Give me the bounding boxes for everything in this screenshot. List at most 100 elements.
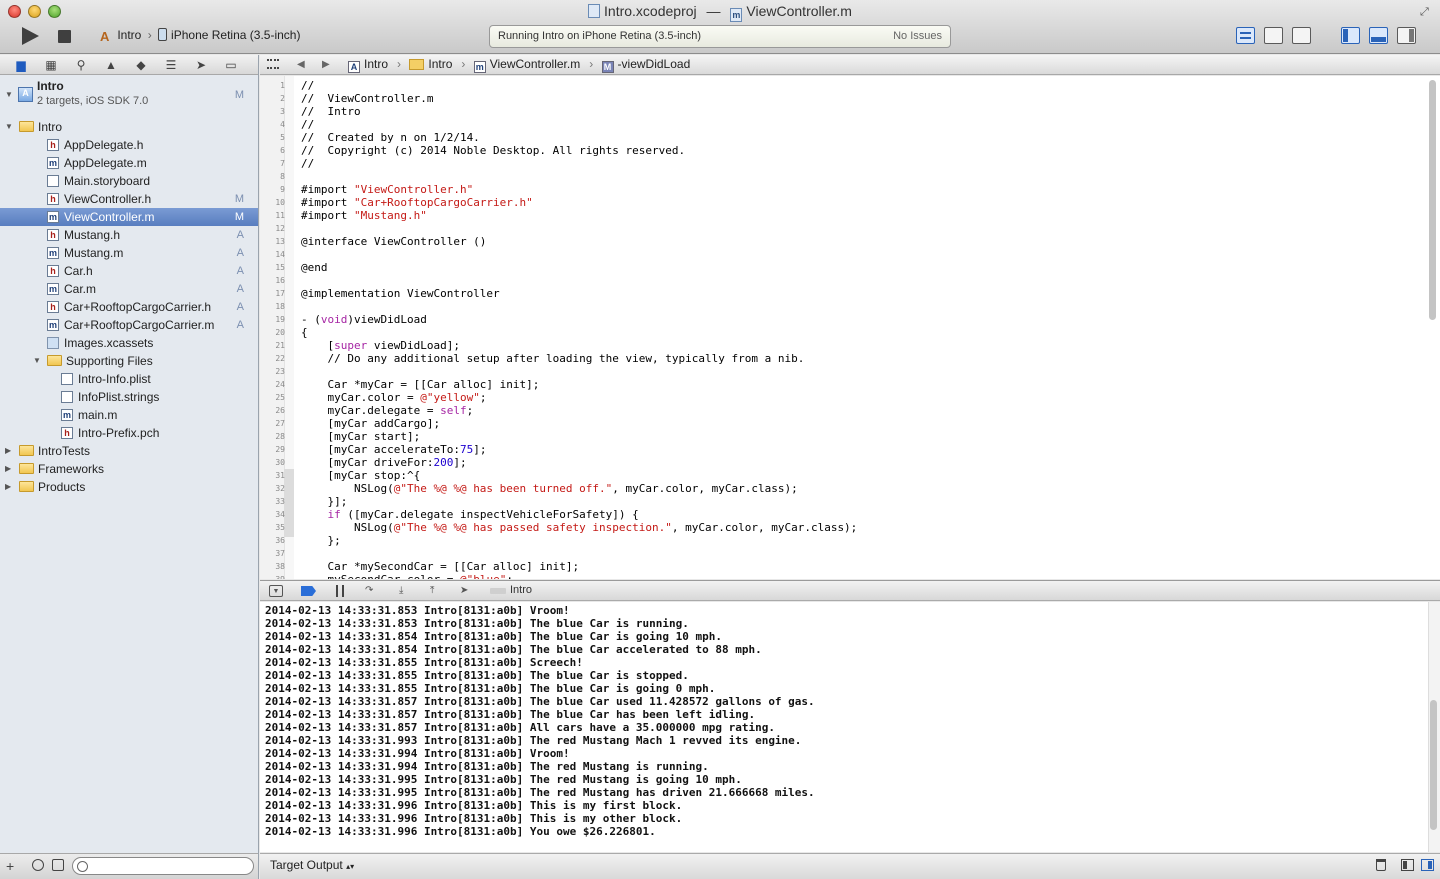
console-line: 2014-02-13 14:33:31.857 Intro[8131:a0b] … — [265, 708, 756, 721]
navigator-filter-input[interactable] — [72, 857, 254, 875]
breadcrumb-file[interactable]: m ViewController.m — [473, 57, 584, 73]
folder-icon — [19, 463, 34, 474]
hierarchy-icon[interactable]: ▦ — [42, 57, 60, 73]
file-row[interactable]: ▼ Intro — [0, 118, 258, 136]
file-row[interactable]: h Car+RooftopCargoCarrier.h A — [0, 298, 258, 316]
disclosure-closed-icon[interactable]: ▶ — [5, 478, 15, 496]
toggle-utilities-button[interactable] — [1397, 27, 1416, 44]
toggle-navigator-button[interactable] — [1341, 27, 1360, 44]
file-row[interactable]: m ViewController.m M — [0, 208, 258, 226]
file-row[interactable]: h Mustang.h A — [0, 226, 258, 244]
line-number: 22 — [275, 354, 285, 363]
step-into-icon[interactable]: ⤓ — [399, 585, 403, 597]
tests-icon[interactable]: ◆ — [132, 57, 150, 73]
source-editor[interactable]: 1 // 2 // ViewController.m 3 // Intro 4 // 5 // C… — [260, 76, 1440, 579]
related-items-icon[interactable] — [267, 59, 279, 69]
simulate-location-icon[interactable]: ➤ — [460, 585, 468, 597]
line-number: 19 — [275, 315, 285, 324]
folder-icon[interactable]: ▆ — [12, 57, 30, 73]
folder-icon — [19, 481, 34, 492]
file-row[interactable]: ▼ Supporting Files — [0, 352, 258, 370]
file-row[interactable]: Main.storyboard — [0, 172, 258, 190]
back-arrow-icon[interactable]: ◀ — [297, 55, 305, 74]
warning-icon[interactable]: ▲ — [102, 57, 120, 73]
breadcrumb-method[interactable]: M -viewDidLoad — [601, 57, 695, 73]
issues-indicator[interactable]: No Issues — [893, 30, 942, 42]
trash-icon[interactable] — [1376, 859, 1386, 871]
scheme-selector[interactable]: A Intro › iPhone Retina (3.5-inch) — [100, 28, 300, 46]
breadcrumb-group[interactable]: Intro — [409, 57, 456, 71]
fullscreen-icon[interactable]: ⤢ — [1420, 6, 1432, 18]
stop-button[interactable] — [58, 30, 71, 43]
file-row[interactable]: ▶ IntroTests — [0, 442, 258, 460]
file-row[interactable]: h ViewController.h M — [0, 190, 258, 208]
code-line-text: // — [301, 79, 315, 92]
file-row-label: InfoPlist.strings — [78, 390, 160, 404]
xcode-project-icon: A — [18, 87, 33, 102]
file-row[interactable]: m main.m — [0, 406, 258, 424]
disclosure-closed-icon[interactable]: ▶ — [5, 460, 15, 478]
version-editor-button[interactable] — [1292, 27, 1311, 44]
log-icon[interactable]: ▭ — [222, 57, 240, 73]
project-file-icon — [588, 4, 601, 18]
code-line-text: NSLog(@"The %@ %@ has been turned off.",… — [301, 482, 798, 495]
recent-files-icon[interactable] — [32, 859, 44, 871]
breakpoint-icon[interactable]: ➤ — [192, 57, 210, 73]
line-number: 37 — [275, 549, 285, 558]
implementation-file-icon: m — [47, 319, 59, 331]
add-icon[interactable]: + — [6, 858, 14, 874]
line-number: 39 — [260, 573, 285, 579]
disclosure-closed-icon[interactable]: ▶ — [5, 442, 15, 460]
console-line: 2014-02-13 14:33:31.855 Intro[8131:a0b] … — [265, 656, 583, 669]
scm-filter-icon[interactable] — [52, 859, 64, 871]
debug-icon[interactable]: ☰ — [162, 57, 180, 73]
breadcrumb: A Intro › Intro › m ViewController.m › M -view… — [348, 55, 698, 74]
file-row[interactable]: m Car+RooftopCargoCarrier.m A — [0, 316, 258, 334]
debug-process-name[interactable]: Intro — [510, 584, 532, 596]
project-row[interactable]: ▼ A Intro 2 targets, iOS SDK 7.0 M — [0, 78, 258, 112]
file-row[interactable]: m Car.m A — [0, 280, 258, 298]
file-row[interactable]: m Mustang.m A — [0, 244, 258, 262]
scm-badge: M — [234, 193, 244, 205]
file-row[interactable]: InfoPlist.strings — [0, 388, 258, 406]
line-number: 24 — [275, 380, 285, 389]
console-scrollbar[interactable] — [1430, 700, 1437, 830]
standard-editor-button[interactable] — [1236, 27, 1255, 44]
disclosure-open-icon[interactable]: ▼ — [33, 352, 43, 370]
disclosure-open-icon[interactable]: ▼ — [5, 86, 15, 104]
step-out-icon[interactable]: ⤒ — [430, 585, 434, 597]
file-row[interactable]: h Car.h A — [0, 262, 258, 280]
implementation-file-icon: m — [47, 283, 59, 295]
asset-catalog-icon — [47, 337, 59, 349]
file-row[interactable]: h Intro-Prefix.pch — [0, 424, 258, 442]
toggle-debug-area-button[interactable] — [1369, 27, 1388, 44]
line-number: 33 — [275, 497, 285, 506]
hide-debug-area-icon[interactable]: ▼ — [269, 585, 283, 597]
show-variables-view-icon[interactable] — [1401, 859, 1414, 871]
file-row[interactable]: ▶ Frameworks — [0, 460, 258, 478]
output-selector[interactable]: Target Output ▴▾ — [270, 858, 354, 872]
console-output[interactable]: 2014-02-13 14:33:31.853 Intro[8131:a0b] … — [260, 602, 1428, 852]
run-button[interactable] — [22, 27, 39, 45]
assistant-editor-button[interactable] — [1264, 27, 1283, 44]
editor-scrollbar[interactable] — [1429, 80, 1436, 320]
line-number: 1 — [280, 81, 285, 90]
show-console-view-icon[interactable] — [1421, 859, 1434, 871]
file-row[interactable]: Intro-Info.plist — [0, 370, 258, 388]
file-row[interactable]: Images.xcassets — [0, 334, 258, 352]
file-row-label: Car+RooftopCargoCarrier.h — [64, 300, 212, 314]
code-line-text: // Created by n on 1/2/14. — [301, 131, 480, 144]
line-number: 16 — [275, 276, 285, 285]
step-over-icon[interactable]: ↷ — [365, 585, 373, 597]
breadcrumb-project[interactable]: A Intro — [348, 57, 392, 73]
file-row[interactable]: h AppDelegate.h — [0, 136, 258, 154]
file-row[interactable]: ▶ Products — [0, 478, 258, 496]
method-icon: M — [601, 61, 614, 73]
scm-badge: M — [234, 89, 244, 101]
forward-arrow-icon[interactable]: ▶ — [322, 55, 330, 74]
pause-icon[interactable] — [336, 585, 344, 597]
file-row[interactable]: m AppDelegate.m — [0, 154, 258, 172]
disclosure-open-icon[interactable]: ▼ — [5, 118, 15, 136]
breakpoints-toggle-icon[interactable] — [301, 586, 316, 596]
search-icon[interactable]: ⚲ — [72, 57, 90, 73]
